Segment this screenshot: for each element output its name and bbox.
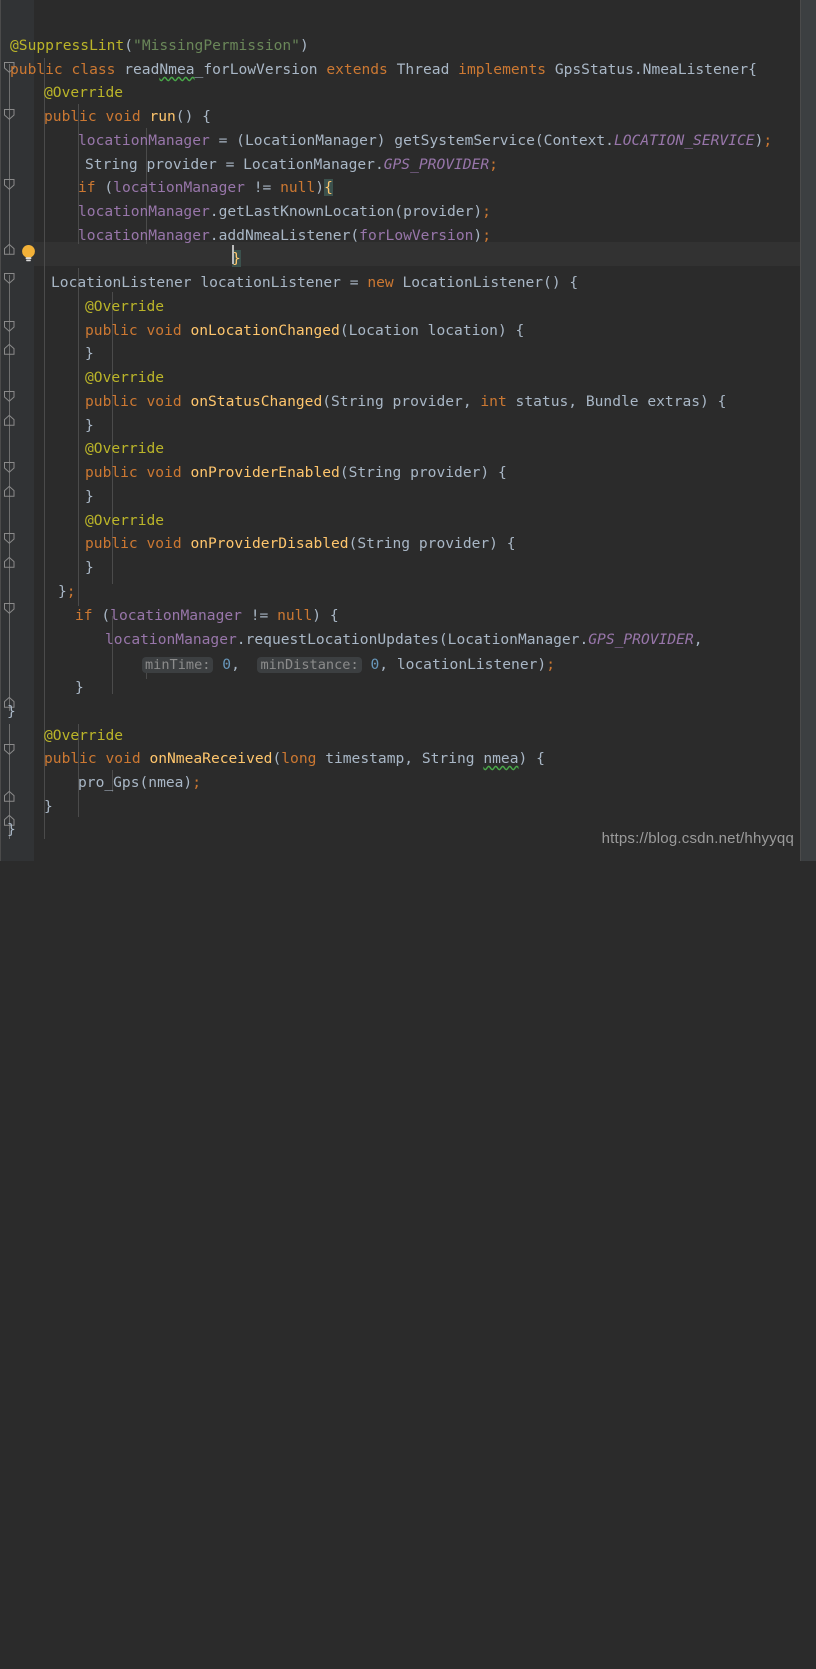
method-name-onlocationchanged: onLocationChanged xyxy=(190,322,340,339)
code-line[interactable]: }; xyxy=(58,580,76,604)
code-line[interactable]: } xyxy=(85,414,94,438)
annotation-override: @Override xyxy=(85,369,165,386)
code-line[interactable]: locationManager.addNmeaListener(forLowVe… xyxy=(78,224,491,248)
editor-scrollbar[interactable] xyxy=(801,0,816,861)
field-forlowversion: forLowVersion xyxy=(359,227,474,244)
param-hint-mintime: minTime: xyxy=(142,657,214,673)
code-line[interactable]: LocationListener locationListener = new … xyxy=(51,271,578,295)
annotation-override: @Override xyxy=(44,727,124,744)
typo-nmea: nmea xyxy=(483,750,519,767)
code-line[interactable]: public class readNmea_forLowVersion exte… xyxy=(10,58,757,82)
code-line[interactable]: } xyxy=(85,342,94,366)
method-name-run: run xyxy=(149,108,176,125)
annotation-override: @Override xyxy=(44,84,124,101)
code-line[interactable]: public void onLocationChanged(Location l… xyxy=(85,319,524,343)
matched-brace-open: { xyxy=(324,179,333,196)
annotation-override: @Override xyxy=(85,440,165,457)
number-literal: 0 xyxy=(370,656,380,673)
method-name-onstatuschanged: onStatusChanged xyxy=(190,393,323,410)
typo-nmea: Nmea xyxy=(159,61,195,78)
static-field-gps-provider: GPS_PROVIDER xyxy=(383,156,490,173)
string-literal: "MissingPermission" xyxy=(133,37,300,54)
code-line[interactable]: @Override xyxy=(85,366,164,390)
method-name-onproviderenabled: onProviderEnabled xyxy=(190,464,340,481)
code-line[interactable]: @Override xyxy=(85,295,164,319)
code-line[interactable]: } xyxy=(85,556,94,580)
code-line[interactable]: } xyxy=(85,485,94,509)
code-line[interactable]: locationManager.requestLocationUpdates(L… xyxy=(105,628,702,652)
code-line[interactable]: @Override xyxy=(44,724,123,748)
code-line[interactable]: @SuppressLint("MissingPermission") xyxy=(10,34,309,58)
field-locationmanager: locationManager xyxy=(78,132,210,149)
code-line[interactable]: @Override xyxy=(44,81,123,105)
static-field-gps-provider: GPS_PROVIDER xyxy=(588,631,694,648)
code-line[interactable]: public void onNmeaReceived(long timestam… xyxy=(44,747,545,771)
code-content[interactable]: @SuppressLint("MissingPermission") publi… xyxy=(0,0,816,861)
code-line[interactable]: String provider = LocationManager.GPS_PR… xyxy=(85,153,498,177)
param-hint-mindistance: minDistance: xyxy=(257,657,362,673)
static-field-location-service: LOCATION_SERVICE xyxy=(613,132,755,149)
code-line[interactable]: pro_Gps(nmea); xyxy=(78,771,201,795)
code-line[interactable]: if (locationManager != null) { xyxy=(75,604,339,628)
code-line[interactable]: @Override xyxy=(85,437,164,461)
code-line[interactable]: public void onStatusChanged(String provi… xyxy=(85,390,726,414)
watermark: https://blog.csdn.net/hhyyqq xyxy=(601,830,794,847)
code-line[interactable]: } xyxy=(7,818,16,842)
annotation-override: @Override xyxy=(85,512,165,529)
annotation-suppresslint: @SuppressLint xyxy=(10,37,125,54)
code-editor[interactable]: @SuppressLint("MissingPermission") publi… xyxy=(0,0,816,861)
annotation-override: @Override xyxy=(85,298,165,315)
code-line[interactable]: } xyxy=(75,676,84,700)
code-line[interactable]: minTime: 0, minDistance: 0, locationList… xyxy=(142,653,555,677)
text-caret xyxy=(232,245,234,264)
code-line[interactable]: public void onProviderEnabled(String pro… xyxy=(85,461,507,485)
code-line[interactable]: } xyxy=(44,795,53,819)
code-line[interactable]: locationManager = (LocationManager) getS… xyxy=(78,129,772,153)
method-name-onnmeareceived: onNmeaReceived xyxy=(149,750,273,767)
code-line[interactable]: @Override xyxy=(85,509,164,533)
code-line[interactable]: if (locationManager != null){ xyxy=(78,176,333,200)
code-line[interactable]: public void onProviderDisabled(String pr… xyxy=(85,532,516,556)
code-line[interactable]: } xyxy=(7,700,16,724)
code-line[interactable]: locationManager.getLastKnownLocation(pro… xyxy=(78,200,491,224)
number-literal: 0 xyxy=(222,656,232,673)
method-name-onproviderdisabled: onProviderDisabled xyxy=(190,535,349,552)
code-line[interactable]: public void run() { xyxy=(44,105,211,129)
